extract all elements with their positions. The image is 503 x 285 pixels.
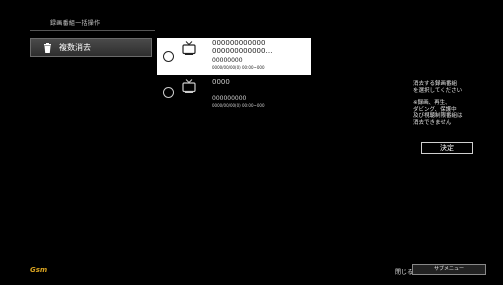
tv-icon: [182, 79, 196, 93]
recording-title-line1: 0000: [212, 78, 230, 86]
radio-button[interactable]: [163, 51, 174, 62]
recording-datetime: 0000/00/00(0) 00:00~000: [212, 65, 265, 70]
brand-logo: Gsm: [30, 266, 48, 274]
recording-item[interactable]: 000000000000 000000000000… 00000000 0000…: [157, 38, 311, 75]
confirm-button[interactable]: 決定: [421, 142, 473, 154]
recording-item[interactable]: 0000 000000000 0000/00/00(0) 00:00~000: [157, 76, 311, 113]
recording-datetime: 0000/00/00(0) 00:00~000: [212, 103, 265, 108]
help-note: 消去できません: [413, 119, 452, 126]
recording-channel: 00000000: [212, 57, 243, 64]
help-panel: 消去する録画番組 を選択してください ※録画、再生、 ダビング、保護中 及び視聴…: [413, 81, 493, 126]
title-divider: [30, 30, 155, 31]
recording-title-line1: 000000000000: [212, 39, 266, 47]
tv-icon: [182, 41, 196, 55]
page-title: 録画番組一括操作: [50, 20, 101, 27]
recording-title-line2: 000000000000…: [212, 47, 273, 55]
radio-button[interactable]: [163, 87, 174, 98]
help-text: を選択してください: [413, 87, 463, 94]
close-button[interactable]: 閉じる: [395, 267, 413, 276]
sidebar-item-label: 複数消去: [59, 43, 91, 52]
sidebar-item-multi-delete[interactable]: 複数消去: [30, 38, 152, 57]
submenu-button[interactable]: サブメニュー: [412, 264, 486, 275]
trash-icon: [44, 42, 51, 53]
recording-channel: 000000000: [212, 95, 247, 102]
